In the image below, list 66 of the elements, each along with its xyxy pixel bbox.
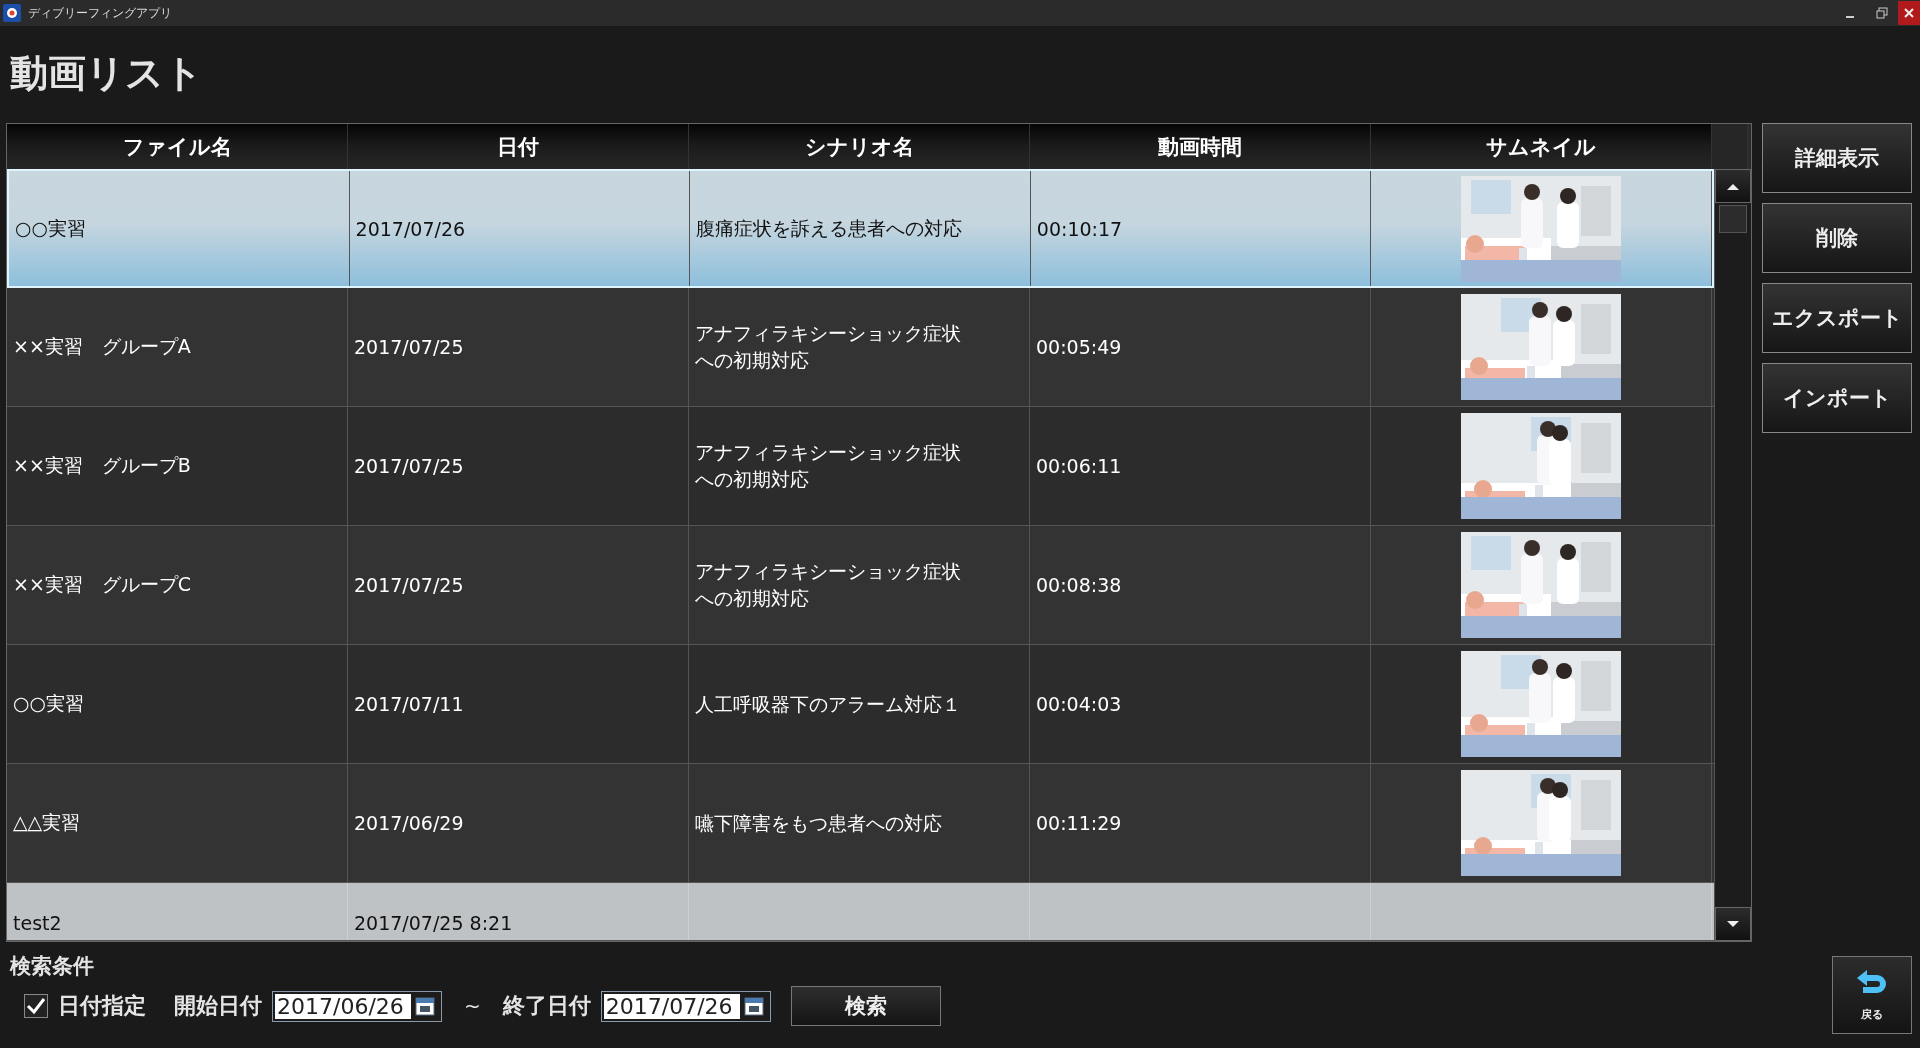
date-text: 2017/07/11: [354, 693, 464, 715]
calendar-icon[interactable]: [743, 996, 764, 1016]
checkbox-label: 日付指定: [58, 992, 146, 1020]
scroll-up-button[interactable]: [1715, 169, 1751, 203]
scroll-down-button[interactable]: [1715, 907, 1751, 941]
scenario-name: 腹痛症状を訴える患者への対応: [696, 216, 964, 242]
file-name: ××実習 グループC: [13, 572, 192, 597]
duration-text: 00:10:17: [1036, 217, 1123, 240]
end-date-field[interactable]: 2017/07/26: [600, 990, 771, 1022]
search-button[interactable]: 検索: [790, 986, 941, 1026]
scenario-name: 人工呼吸器下のアラーム対応１: [695, 691, 962, 717]
start-date-label: 開始日付: [174, 992, 262, 1020]
back-button[interactable]: 戻る: [1832, 956, 1912, 1034]
duration-text: 00:11:29: [1036, 812, 1122, 834]
duration-text: 00:04:03: [1036, 693, 1122, 715]
table-row[interactable]: ××実習 グループA 2017/07/25 アナフィラキシーショック症状への初期対応 00:05:49: [7, 288, 1714, 407]
caret-up-icon: [1727, 182, 1739, 190]
window-title: ディブリーフィングアプリ: [28, 4, 173, 22]
column-header[interactable]: サムネイル: [1371, 124, 1712, 169]
date-text: 2017/07/25: [354, 455, 464, 477]
date-text: 2017/07/26: [355, 217, 466, 240]
table-row[interactable]: ○○実習 2017/07/26 腹痛症状を訴える患者への対応 00:10:17: [7, 169, 1714, 288]
date-text: 2017/06/29: [354, 812, 464, 834]
minimize-icon: [1846, 16, 1854, 18]
column-header[interactable]: シナリオ名: [689, 124, 1030, 169]
duration-text: 00:05:49: [1036, 336, 1122, 358]
range-separator: ~: [464, 994, 481, 1018]
scenario-name: アナフィラキシーショック症状への初期対応: [695, 559, 962, 611]
duration-text: 00:08:38: [1036, 574, 1122, 596]
column-header[interactable]: 動画時間: [1030, 124, 1371, 169]
close-button[interactable]: [1898, 1, 1920, 25]
date-text: 2017/07/25 8:21: [354, 912, 513, 934]
start-date-field[interactable]: 2017/06/26: [272, 990, 442, 1022]
column-header[interactable]: ファイル名: [7, 124, 348, 169]
scenario-name: 嚥下障害をもつ患者への対応: [695, 810, 943, 836]
action-button[interactable]: エクスポート: [1762, 283, 1912, 353]
date-text: 2017/07/25: [354, 336, 464, 358]
checkbox[interactable]: [24, 994, 48, 1018]
file-name: ○○実習: [13, 691, 85, 716]
end-date-label: 終了日付: [502, 992, 591, 1020]
caret-down-icon: [1727, 920, 1739, 928]
table-row[interactable]: ××実習 グループB 2017/07/25 アナフィラキシーショック症状への初期対応 00:06:11: [7, 407, 1714, 526]
app-icon: [2, 3, 22, 23]
column-header[interactable]: 日付: [348, 124, 689, 169]
scenario-name: アナフィラキシーショック症状への初期対応: [695, 321, 962, 373]
restore-icon: [1876, 7, 1888, 19]
file-name: test2: [13, 912, 62, 934]
close-icon: [1904, 8, 1914, 18]
file-name: ××実習 グループB: [13, 453, 191, 478]
file-name: ○○実習: [15, 215, 87, 241]
action-button[interactable]: 削除: [1762, 203, 1912, 273]
table-row[interactable]: ××実習 グループC 2017/07/25 アナフィラキシーショック症状への初期対応 00:08:38: [7, 526, 1714, 645]
table-row[interactable]: ○○実習 2017/07/11 人工呼吸器下のアラーム対応１ 00:04:03: [7, 645, 1714, 764]
scrollbar-thumb[interactable]: [1719, 205, 1747, 233]
table-row[interactable]: △△実習 2017/06/29 嚥下障害をもつ患者への対応 00:11:29: [7, 764, 1714, 883]
page-title: 動画リスト: [10, 50, 204, 97]
date-text: 2017/07/25: [354, 574, 464, 596]
duration-text: 00:06:11: [1036, 455, 1122, 477]
file-name: △△実習: [13, 810, 81, 835]
table-row[interactable]: test2 2017/07/25 8:21: [7, 883, 1714, 941]
action-button[interactable]: インポート: [1762, 363, 1912, 433]
section-title: 検索条件: [10, 953, 95, 980]
scenario-name: アナフィラキシーショック症状への初期対応: [695, 440, 962, 492]
calendar-icon[interactable]: [415, 996, 435, 1016]
action-button[interactable]: 詳細表示: [1762, 123, 1912, 193]
file-name: ××実習 グループA: [13, 334, 191, 359]
